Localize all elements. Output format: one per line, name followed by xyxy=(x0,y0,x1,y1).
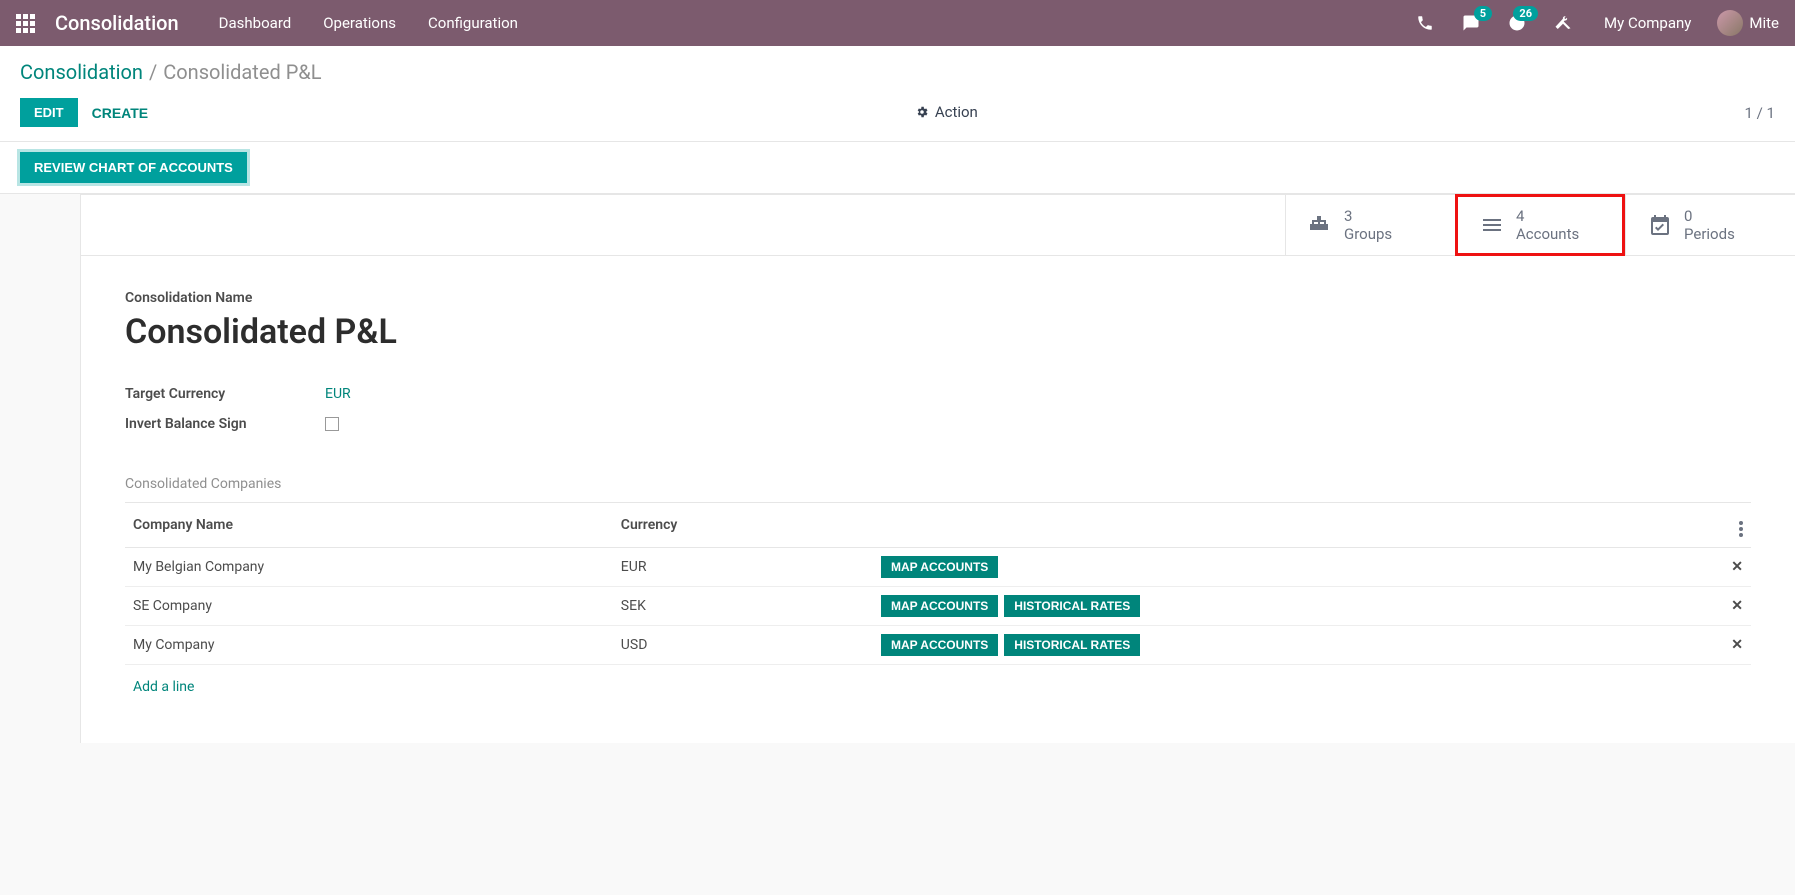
top-navbar: Consolidation Dashboard Operations Confi… xyxy=(0,0,1795,46)
currency-label: Target Currency xyxy=(125,386,325,402)
add-line[interactable]: Add a line xyxy=(133,673,1743,695)
stat-accounts-count: 4 xyxy=(1516,207,1579,225)
page-title: Consolidated P&L xyxy=(125,312,1751,352)
username[interactable]: Mite xyxy=(1749,14,1779,32)
review-chart-button[interactable]: REVIEW CHART OF ACCOUNTS xyxy=(20,152,247,183)
cell-currency: EUR xyxy=(613,548,873,587)
pager[interactable]: 1 / 1 xyxy=(1745,104,1776,122)
stat-periods-label: Periods xyxy=(1684,225,1735,243)
cell-currency: SEK xyxy=(613,587,873,626)
col-actions xyxy=(873,503,1711,548)
historical-rates-button[interactable]: HISTORICAL RATES xyxy=(1004,634,1140,656)
cell-company[interactable]: SE Company xyxy=(125,587,613,626)
stat-periods-count: 0 xyxy=(1684,207,1735,225)
activities-icon[interactable]: 26 xyxy=(1508,14,1526,32)
remove-row-icon[interactable]: ✕ xyxy=(1711,587,1751,626)
activities-badge: 26 xyxy=(1513,6,1538,21)
cell-actions: MAP ACCOUNTS HISTORICAL RATES xyxy=(873,587,1711,626)
historical-rates-button[interactable]: HISTORICAL RATES xyxy=(1004,595,1140,617)
breadcrumb-current: Consolidated P&L xyxy=(163,60,321,84)
stat-groups-label: Groups xyxy=(1344,225,1392,243)
table-row: SE CompanySEK MAP ACCOUNTS HISTORICAL RATE… xyxy=(125,587,1751,626)
invert-label: Invert Balance Sign xyxy=(125,416,325,432)
name-label: Consolidation Name xyxy=(125,290,1751,306)
stat-row: 3 Groups 4 Accounts 0 Periods xyxy=(80,194,1795,256)
cell-actions: MAP ACCOUNTS HISTORICAL RATES xyxy=(873,626,1711,665)
action-dropdown[interactable]: Action xyxy=(915,103,978,121)
invert-checkbox[interactable] xyxy=(325,417,339,431)
hierarchy-icon xyxy=(1308,213,1332,237)
company-selector[interactable]: My Company xyxy=(1604,14,1691,32)
companies-table: Company Name Currency My Belgian Company… xyxy=(125,502,1751,703)
breadcrumb: Consolidation / Consolidated P&L xyxy=(0,46,1795,94)
companies-section-title: Consolidated Companies xyxy=(125,476,1751,492)
list-icon xyxy=(1480,213,1504,237)
columns-menu[interactable] xyxy=(1711,503,1751,548)
stat-accounts[interactable]: 4 Accounts xyxy=(1455,194,1625,256)
form-sheet: Consolidation Name Consolidated P&L Targ… xyxy=(80,256,1795,743)
status-bar: REVIEW CHART OF ACCOUNTS xyxy=(0,142,1795,194)
edit-button[interactable]: EDIT xyxy=(20,98,78,127)
breadcrumb-sep: / xyxy=(149,60,157,84)
map-accounts-button[interactable]: MAP ACCOUNTS xyxy=(881,556,998,578)
col-currency: Currency xyxy=(613,503,873,548)
messages-badge: 5 xyxy=(1474,6,1492,21)
remove-row-icon[interactable]: ✕ xyxy=(1711,548,1751,587)
create-button[interactable]: CREATE xyxy=(92,105,149,121)
nav-configuration[interactable]: Configuration xyxy=(428,14,518,32)
col-company: Company Name xyxy=(125,503,613,548)
map-accounts-button[interactable]: MAP ACCOUNTS xyxy=(881,634,998,656)
remove-row-icon[interactable]: ✕ xyxy=(1711,626,1751,665)
cell-company[interactable]: My Belgian Company xyxy=(125,548,613,587)
nav-dashboard[interactable]: Dashboard xyxy=(219,14,292,32)
apps-icon[interactable] xyxy=(16,14,35,33)
stat-accounts-label: Accounts xyxy=(1516,225,1579,243)
nav-operations[interactable]: Operations xyxy=(323,14,396,32)
cell-company[interactable]: My Company xyxy=(125,626,613,665)
avatar[interactable] xyxy=(1717,10,1743,36)
map-accounts-button[interactable]: MAP ACCOUNTS xyxy=(881,595,998,617)
action-label: Action xyxy=(935,103,978,121)
tools-icon[interactable] xyxy=(1554,14,1572,32)
breadcrumb-root[interactable]: Consolidation xyxy=(20,60,143,84)
calendar-check-icon xyxy=(1648,213,1672,237)
currency-value[interactable]: EUR xyxy=(325,386,351,402)
cell-currency: USD xyxy=(613,626,873,665)
phone-icon[interactable] xyxy=(1416,14,1434,32)
cell-actions: MAP ACCOUNTS xyxy=(873,548,1711,587)
action-bar: EDIT CREATE Action 1 / 1 xyxy=(0,94,1795,142)
stat-periods[interactable]: 0 Periods xyxy=(1625,195,1795,255)
stat-groups[interactable]: 3 Groups xyxy=(1285,195,1455,255)
stat-groups-count: 3 xyxy=(1344,207,1392,225)
table-row: My CompanyUSD MAP ACCOUNTS HISTORICAL RATE… xyxy=(125,626,1751,665)
brand: Consolidation xyxy=(55,11,179,35)
table-row: My Belgian CompanyEUR MAP ACCOUNTS ✕ xyxy=(125,548,1751,587)
messages-icon[interactable]: 5 xyxy=(1462,14,1480,32)
